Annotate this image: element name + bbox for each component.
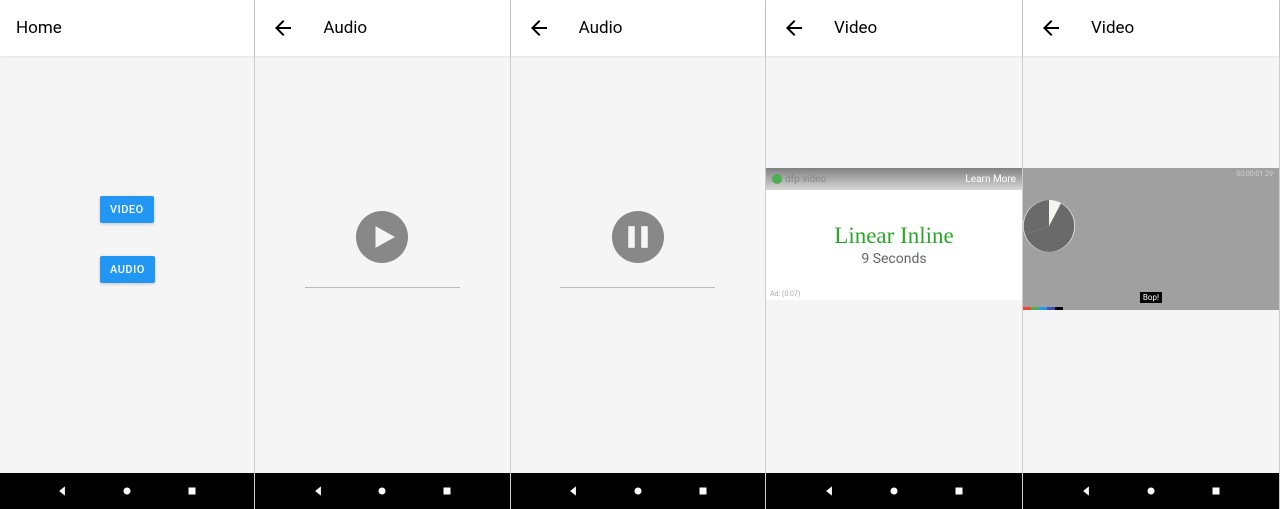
home-nav-icon[interactable] xyxy=(631,484,645,498)
android-nav-bar xyxy=(511,473,765,509)
audio-button[interactable]: AUDIO xyxy=(100,256,155,283)
home-nav-icon[interactable] xyxy=(375,484,389,498)
recent-nav-icon[interactable] xyxy=(1209,484,1223,498)
recent-nav-icon[interactable] xyxy=(952,484,966,498)
recent-nav-icon[interactable] xyxy=(185,484,199,498)
dfp-text: dfp video xyxy=(785,174,826,185)
home-nav-icon[interactable] xyxy=(120,484,134,498)
video-top-bar: dfp video Learn More xyxy=(766,168,1022,190)
page-title: Audio xyxy=(323,18,367,38)
content-area xyxy=(255,56,509,473)
play-icon[interactable] xyxy=(356,211,408,263)
video-timecode: 00:00:01.29 xyxy=(1023,168,1279,186)
back-nav-icon[interactable] xyxy=(55,484,69,498)
dfp-badge: dfp video xyxy=(772,174,826,185)
pause-icon[interactable] xyxy=(612,211,664,263)
screen-audio-pause: Audio xyxy=(511,0,766,509)
content-area: VIDEO AUDIO xyxy=(0,56,254,473)
header: Video xyxy=(766,0,1022,56)
back-arrow-icon[interactable] xyxy=(782,16,806,40)
android-nav-bar xyxy=(1023,473,1279,509)
screen-video-countdown: Video 00:00:01.29 Bop! xyxy=(1023,0,1280,509)
video-ad-title: Linear Inline xyxy=(834,223,953,249)
dfp-dot-icon xyxy=(772,174,782,184)
android-nav-bar xyxy=(766,473,1022,509)
header: Video xyxy=(1023,0,1279,56)
audio-progress[interactable] xyxy=(305,287,460,288)
back-nav-icon[interactable] xyxy=(311,484,325,498)
home-nav-icon[interactable] xyxy=(887,484,901,498)
header: Home xyxy=(0,0,254,56)
video-ad-subtitle: 9 Seconds xyxy=(861,251,926,267)
android-nav-bar xyxy=(0,473,254,509)
screen-home: Home VIDEO AUDIO xyxy=(0,0,255,509)
recent-nav-icon[interactable] xyxy=(440,484,454,498)
back-nav-icon[interactable] xyxy=(822,484,836,498)
header: Audio xyxy=(255,0,509,56)
video-button[interactable]: VIDEO xyxy=(100,196,154,223)
audio-progress[interactable] xyxy=(560,287,715,288)
back-nav-icon[interactable] xyxy=(1079,484,1093,498)
back-nav-icon[interactable] xyxy=(566,484,580,498)
color-bar xyxy=(1023,307,1063,310)
video-player[interactable]: dfp video Learn More Linear Inline 9 Sec… xyxy=(766,168,1022,300)
video-player[interactable]: 00:00:01.29 Bop! xyxy=(1023,168,1279,310)
countdown-clock-icon xyxy=(1023,200,1075,252)
page-title: Video xyxy=(834,18,877,38)
home-button-group: VIDEO AUDIO xyxy=(0,56,254,283)
content-area: dfp video Learn More Linear Inline 9 Sec… xyxy=(766,56,1022,473)
back-arrow-icon[interactable] xyxy=(1039,16,1063,40)
screen-audio-play: Audio xyxy=(255,0,510,509)
learn-more-link[interactable]: Learn More xyxy=(965,174,1016,185)
audio-controls xyxy=(511,56,765,288)
recent-nav-icon[interactable] xyxy=(696,484,710,498)
video-body: Linear Inline 9 Seconds Ad: (0:07) xyxy=(766,190,1022,300)
header: Audio xyxy=(511,0,765,56)
content-area: 00:00:01.29 Bop! xyxy=(1023,56,1279,473)
content-area xyxy=(511,56,765,473)
android-nav-bar xyxy=(255,473,509,509)
back-arrow-icon[interactable] xyxy=(271,16,295,40)
page-title: Video xyxy=(1091,18,1134,38)
back-arrow-icon[interactable] xyxy=(527,16,551,40)
page-title: Home xyxy=(16,18,62,38)
audio-controls xyxy=(255,56,509,288)
screen-video-inline: Video dfp video Learn More Linear Inline… xyxy=(766,0,1023,509)
bop-label: Bop! xyxy=(1140,292,1162,303)
home-nav-icon[interactable] xyxy=(1144,484,1158,498)
page-title: Audio xyxy=(579,18,623,38)
ad-duration-label: Ad: (0:07) xyxy=(770,290,800,298)
